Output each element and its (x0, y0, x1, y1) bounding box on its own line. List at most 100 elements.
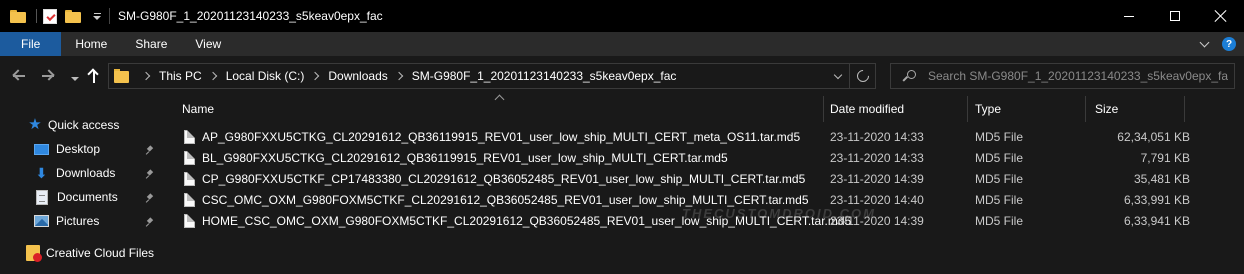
table-row[interactable]: BL_G980FXXU5CTKG_CL20291612_QB36119915_R… (180, 148, 1244, 169)
title-divider (109, 8, 110, 24)
file-icon (184, 172, 195, 186)
nav-item-documents[interactable]: Documents (34, 186, 164, 208)
nav-item-creative-cloud[interactable]: Creative Cloud Files (26, 242, 154, 264)
refresh-button[interactable] (849, 64, 875, 88)
address-row: This PC Local Disk (C:) Downloads SM-G98… (0, 56, 1244, 96)
file-type: MD5 File (975, 151, 1024, 165)
navigation-pane: ★ Quick access Desktop ⬇ Downloads Docum… (0, 96, 170, 274)
search-input[interactable] (928, 69, 1228, 83)
window-controls (1106, 0, 1244, 32)
breadcrumb-local-disk[interactable]: Local Disk (C:) (226, 69, 305, 83)
table-row[interactable]: HOME_CSC_OMC_OXM_G980FOXM5CTKF_CL2029161… (180, 211, 1244, 232)
tab-share[interactable]: Share (121, 32, 181, 56)
expand-ribbon-icon[interactable] (1199, 37, 1210, 48)
file-icon (184, 130, 195, 144)
column-header-label: Type (975, 102, 1002, 116)
column-divider[interactable] (1184, 96, 1185, 122)
search-box[interactable] (890, 63, 1235, 89)
breadcrumb-separator-icon[interactable] (208, 71, 217, 81)
file-type: MD5 File (975, 214, 1024, 228)
desktop-icon (34, 143, 49, 155)
file-name: CP_G980FXXU5CTKF_CP17483380_CL20291612_Q… (202, 172, 806, 186)
column-header-date[interactable]: Date modified (830, 96, 965, 122)
nav-item-label: Quick access (48, 118, 120, 132)
ribbon-right-controls: ? (1199, 37, 1236, 51)
properties-icon[interactable] (43, 8, 57, 24)
file-date: 23-11-2020 14:33 (830, 130, 924, 144)
pin-icon[interactable] (146, 170, 154, 178)
nav-item-label: Creative Cloud Files (46, 246, 155, 260)
table-row[interactable]: CSC_OMC_OXM_G980FOXM5CTKF_CL20291612_QB3… (180, 190, 1244, 211)
breadcrumb-downloads[interactable]: Downloads (328, 69, 387, 83)
nav-item-pictures[interactable]: Pictures (34, 210, 164, 232)
documents-icon (36, 189, 48, 205)
breadcrumb-this-pc[interactable]: This PC (159, 69, 202, 83)
search-icon (902, 69, 916, 83)
file-name: AP_G980FXXU5CTKG_CL20291612_QB36119915_R… (202, 130, 801, 144)
file-name: HOME_CSC_OMC_OXM_G980FOXM5CTKF_CL2029161… (202, 214, 852, 228)
address-bar[interactable]: This PC Local Disk (C:) Downloads SM-G98… (108, 63, 876, 89)
up-button[interactable] (86, 68, 102, 84)
back-button[interactable] (11, 68, 27, 84)
column-divider[interactable] (967, 96, 968, 122)
pin-icon[interactable] (146, 218, 154, 226)
close-icon (1215, 10, 1227, 22)
tab-home[interactable]: Home (61, 32, 121, 56)
table-row[interactable]: AP_G980FXXU5CTKG_CL20291612_QB36119915_R… (180, 127, 1244, 148)
maximize-button[interactable] (1152, 0, 1198, 32)
file-type: MD5 File (975, 130, 1024, 144)
help-icon[interactable]: ? (1222, 37, 1236, 51)
column-divider[interactable] (823, 96, 824, 122)
minimize-icon (1124, 15, 1134, 17)
pin-icon[interactable] (146, 146, 154, 154)
recent-locations-button[interactable] (67, 71, 83, 87)
up-arrow-icon (87, 68, 101, 84)
title-bar: SM-G980F_1_20201123140233_s5keav0epx_fac (0, 0, 1244, 32)
table-row[interactable]: CP_G980FXXU5CTKF_CP17483380_CL20291612_Q… (180, 169, 1244, 190)
nav-quick-access[interactable]: ★ Quick access (28, 114, 119, 136)
address-history-button[interactable] (827, 64, 849, 88)
file-name: CSC_OMC_OXM_G980FOXM5CTKF_CL20291612_QB3… (202, 193, 809, 207)
back-arrow-icon (12, 69, 26, 83)
file-size: 35,481 KB (1133, 172, 1190, 186)
column-header-name[interactable]: Name (182, 96, 822, 122)
breadcrumb-current-folder[interactable]: SM-G980F_1_20201123140233_s5keav0epx_fac (412, 69, 677, 83)
file-date: 23-11-2020 14:39 (830, 214, 924, 228)
breadcrumb-separator-icon[interactable] (311, 71, 320, 81)
refresh-icon (854, 67, 871, 85)
customize-toolbar-icon[interactable] (91, 9, 103, 23)
nav-item-desktop[interactable]: Desktop (34, 138, 164, 160)
column-header-label: Size (1095, 102, 1119, 116)
nav-item-label: Desktop (56, 142, 101, 156)
tab-view[interactable]: View (181, 32, 235, 56)
folder-icon[interactable] (10, 9, 26, 23)
column-header-label: Date modified (830, 102, 905, 116)
nav-item-label: Pictures (56, 214, 100, 228)
new-folder-icon[interactable] (65, 9, 81, 23)
breadcrumb-separator-icon[interactable] (141, 71, 151, 81)
ribbon-tabs: File Home Share View ? (0, 32, 1244, 56)
toolbar-divider (36, 9, 37, 23)
window-title: SM-G980F_1_20201123140233_s5keav0epx_fac (118, 9, 383, 23)
chevron-down-icon (71, 77, 79, 81)
pin-icon[interactable] (146, 194, 154, 202)
file-date: 23-11-2020 14:39 (830, 172, 924, 186)
star-icon: ★ (28, 116, 42, 133)
file-date: 23-11-2020 14:40 (830, 193, 924, 207)
file-size: 62,34,051 KB (1117, 130, 1190, 144)
column-header-size[interactable]: Size (1095, 96, 1195, 122)
close-button[interactable] (1198, 0, 1244, 32)
file-icon (184, 193, 195, 207)
minimize-button[interactable] (1106, 0, 1152, 32)
file-size: 7,791 KB (1140, 151, 1190, 165)
folder-icon (114, 69, 129, 83)
column-divider[interactable] (1085, 96, 1086, 122)
column-header-type[interactable]: Type (975, 96, 1085, 122)
nav-item-downloads[interactable]: ⬇ Downloads (34, 162, 164, 184)
file-size: 6,33,941 KB (1123, 214, 1190, 228)
tab-file[interactable]: File (0, 32, 62, 56)
chevron-down-icon (833, 70, 843, 79)
breadcrumb-separator-icon[interactable] (394, 71, 403, 81)
forward-button[interactable] (40, 68, 56, 84)
column-header-label: Name (182, 102, 215, 116)
